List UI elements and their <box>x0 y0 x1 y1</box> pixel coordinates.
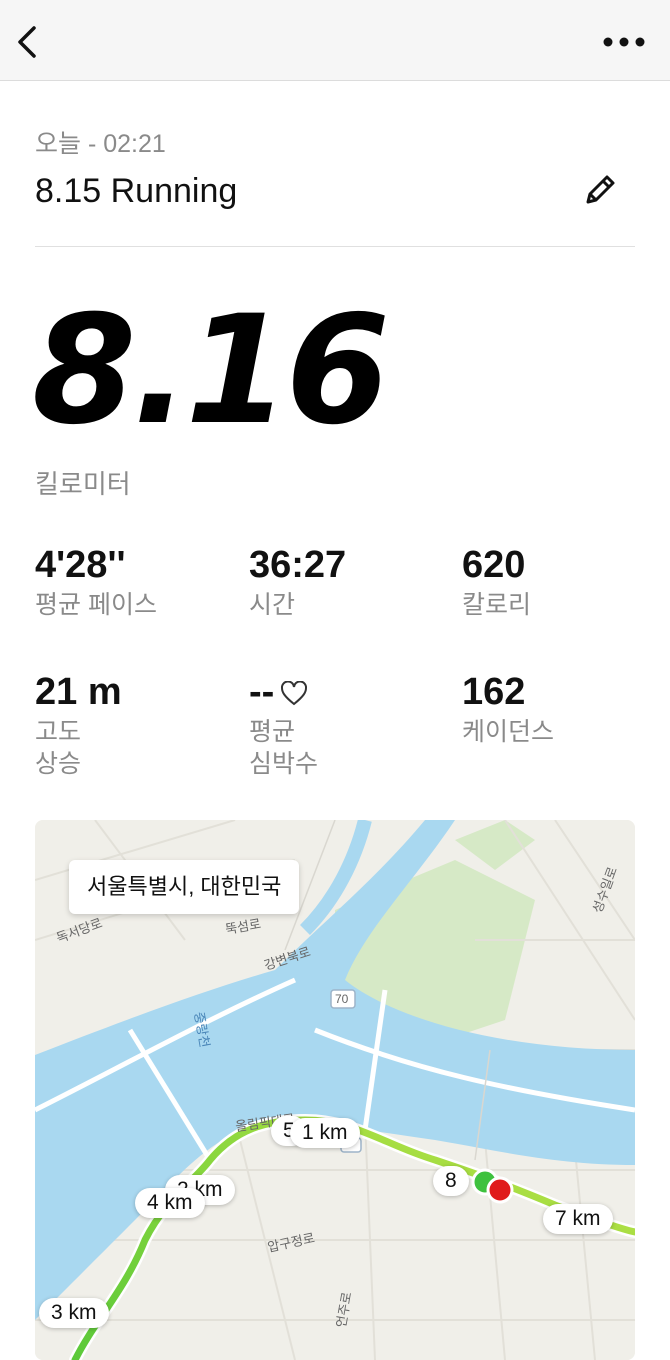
km-marker-1: 1 km <box>290 1118 360 1148</box>
activity-date: 오늘 - 02:21 <box>35 130 166 158</box>
stat-label: 고도 상승 <box>35 716 235 780</box>
edit-title-button[interactable] <box>580 170 620 210</box>
heart-outline-icon <box>281 680 308 706</box>
header-divider <box>35 246 635 247</box>
top-bar <box>0 0 670 81</box>
stat-value: 620 <box>462 544 526 586</box>
stat-value: -- <box>249 671 275 713</box>
stat-value: 162 <box>462 671 526 713</box>
route-shield-label: 70 <box>335 992 349 1006</box>
stat-avg-heart-rate: -- 평균 심박수 <box>249 670 449 780</box>
stat-label: 평균 심박수 <box>249 716 449 780</box>
stat-label: 평균 페이스 <box>35 591 157 619</box>
stat-elevation-gain: 21 m 고도 상승 <box>35 670 235 780</box>
km-marker-3: 3 km <box>39 1298 109 1328</box>
stat-label-line: 고도 상승 <box>35 718 82 778</box>
stat-avg-pace: 4'28'' 평균 페이스 <box>35 543 235 621</box>
stat-value: 21 m <box>35 671 122 713</box>
km-marker-7: 7 km <box>543 1204 613 1234</box>
activity-title: 8.15 Running <box>35 172 238 210</box>
stat-time: 36:27 시간 <box>249 543 449 621</box>
km-marker-4: 4 km <box>135 1188 205 1218</box>
stat-label: 칼로리 <box>462 591 532 619</box>
chevron-left-icon <box>18 26 36 58</box>
route-map[interactable]: 70 강변북로 올림픽대로 압구정로 독서당로 뚝섬로 성수일로 언주로 중랑천… <box>35 820 635 1360</box>
stat-value-row: -- <box>249 670 449 714</box>
stat-value: 4'28'' <box>35 544 126 586</box>
stat-cadence: 162 케이던스 <box>462 670 662 748</box>
distance-value: 8.16 <box>32 284 390 458</box>
stat-label: 시간 <box>249 591 296 619</box>
back-button[interactable] <box>10 20 50 64</box>
km-marker-8: 8 <box>433 1166 469 1196</box>
distance-unit: 킬로미터 <box>35 469 131 499</box>
stat-label: 케이던스 <box>462 718 555 746</box>
more-options-button[interactable] <box>600 30 648 54</box>
pencil-icon <box>586 175 615 204</box>
location-label: 서울특별시, 대한민국 <box>69 860 300 914</box>
more-horizontal-icon <box>603 37 645 47</box>
stat-value: 36:27 <box>249 544 347 586</box>
stat-label-line: 평균 심박수 <box>249 718 319 778</box>
stat-calories: 620 칼로리 <box>462 543 662 621</box>
